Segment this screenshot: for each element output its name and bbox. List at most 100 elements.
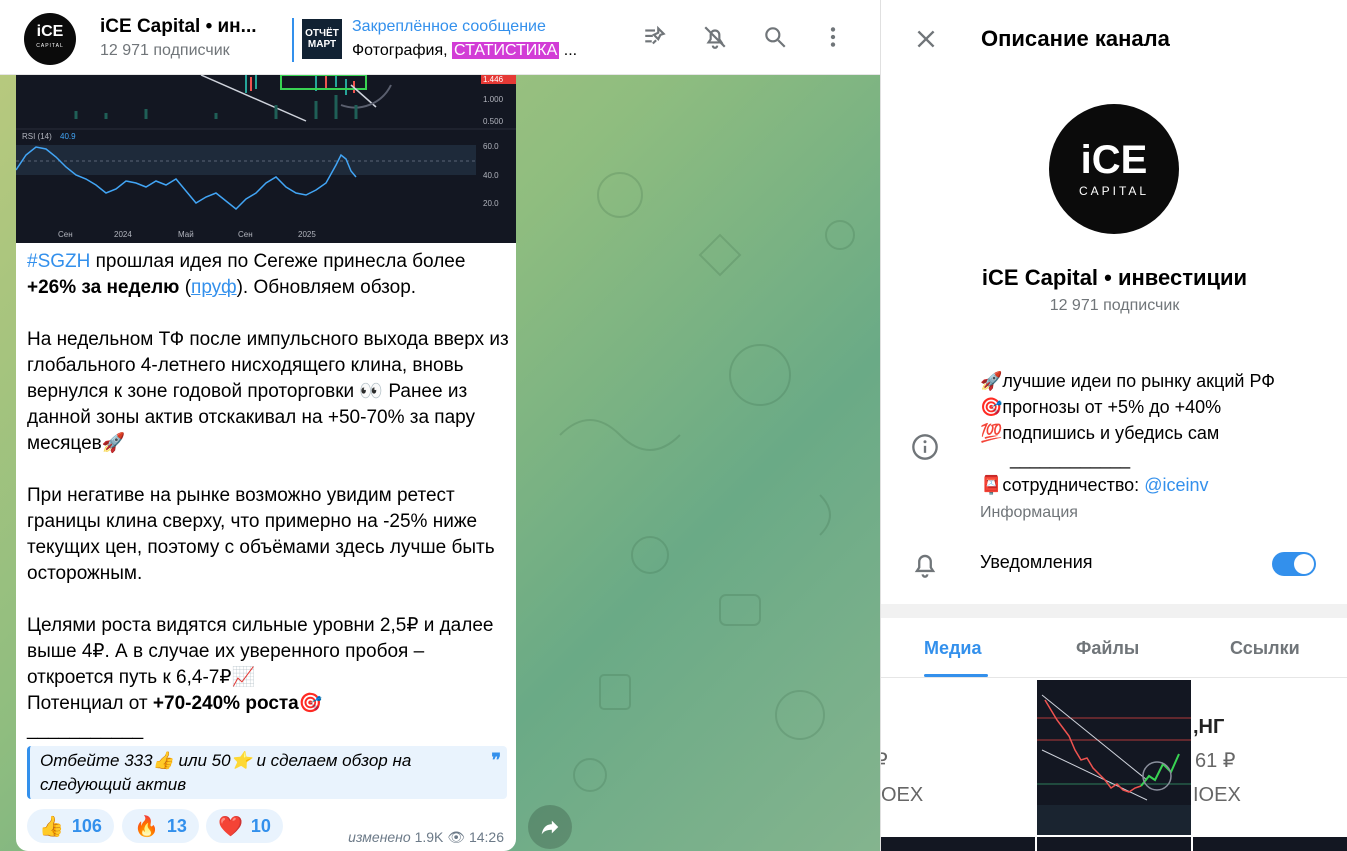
x-axis-label: Сен [238,230,253,239]
post-paragraph-4: Целями роста видятся сильные уровни 2,5₽… [27,613,512,743]
media-chart-thumbnail [1037,680,1191,835]
channel-title[interactable]: iCE Capital • ин... [100,16,257,38]
reaction-count: 106 [71,815,102,836]
forward-button[interactable] [528,805,572,849]
info-icon [912,434,938,460]
hashtag-link[interactable]: #SGZH [27,251,90,272]
forward-arrow-icon [541,820,559,835]
tabs-divider [881,677,1347,678]
x-axis-label: 2024 [114,230,132,239]
proof-link[interactable]: пруф [191,277,237,298]
desc-line: 💯подпишись и убедись сам [980,423,1220,443]
post-p1-bold: +26% за неделю [27,277,180,298]
message-time: 14:26 [468,829,504,845]
post-quote: Отбейте 333👍 или 50⭐ и сделаем обзор на … [27,746,507,799]
channel-avatar-large[interactable]: iCE CAPITAL [1049,104,1179,234]
tab-files[interactable]: Файлы [1076,638,1139,659]
notifications-toggle[interactable] [1272,552,1316,576]
channel-post: 1.446 1.000 0.500 RSI (14) 40.9 60.0 40.… [16,75,516,851]
media-caption-title: ,НГ [1193,716,1225,738]
rsi-level-label: 40.0 [483,171,499,180]
heart-emoji: ❤️ [218,815,243,838]
quote-icon: ❞ [491,750,501,770]
pinned-preview-suffix: ... [559,42,578,59]
edited-label: изменено [348,829,411,845]
tab-media[interactable]: Медиа [924,638,982,659]
pinned-thumb-line2: МАРТ [307,39,337,50]
description-caption: Информация [980,504,1078,521]
reaction-heart[interactable]: ❤️ 10 [206,809,283,843]
rsi-label: RSI (14) [22,132,52,141]
desc-line: 🎯прогнозы от +5% до +40% [980,397,1222,417]
telegram-window: iCE CAPITAL iCE Capital • ин... 12 971 п… [0,0,1347,851]
media-grid: ₽ OEX ,НГ 61 ₽ IOEX [881,680,1347,851]
pinned-divider [292,18,294,62]
post-p4-emoji: 🎯 [298,693,323,714]
post-text: #SGZH прошлая идея по Сегеже принесла бо… [27,249,512,743]
search-icon[interactable] [760,22,790,52]
contact-link[interactable]: @iceinv [1144,475,1208,495]
section-separator [881,604,1347,618]
avatar-logo-text: iCE [1080,138,1148,182]
media-thumbnail[interactable]: ₽ OEX [881,680,1035,835]
eye-icon: 👁 [447,829,466,845]
reaction-fire[interactable]: 🔥 13 [122,809,199,843]
channel-name: iCE Capital • инвестиции [981,265,1248,290]
bell-off-icon[interactable] [700,22,730,52]
desc-line: 📮сотрудничество: @iceinv [980,472,1330,498]
post-paragraph-3: При негативе на рынке возможно увидим ре… [27,485,495,584]
desc-line: 🚀лучшие идеи по рынку акций РФ [980,371,1275,391]
notifications-label: Уведомления [980,552,1093,572]
tab-links[interactable]: Ссылки [1230,638,1300,659]
price-label: 0.500 [483,117,504,126]
close-icon[interactable] [913,26,939,52]
post-paragraph-1: #SGZH прошлая идея по Сегеже принесла бо… [27,249,512,301]
post-p1-open: ( [179,277,192,298]
pinned-thumb-line1: ОТЧЁТ [305,28,339,39]
media-caption-price: ₽ [881,750,888,772]
post-paragraph-2: На недельном ТФ после импульсного выхода… [27,329,509,454]
media-caption-exchange: IOEX [1193,784,1241,806]
post-p1-close: ). Обновляем обзор. [236,277,417,298]
post-p1-text: прошлая идея по Сегеже принесла более [90,251,466,272]
x-axis-label: Май [178,230,194,239]
media-thumbnail[interactable] [881,837,1035,851]
post-divider: ___________ [27,719,144,740]
pinned-preview-prefix: Фотография, [352,42,453,59]
pinned-message-preview[interactable]: Фотография, СТАТИСТИКА ... [352,42,577,60]
reaction-thumbs-up[interactable]: 👍 106 [27,809,114,843]
bell-icon [914,554,936,578]
avatar-logo-subtext: CAPITAL [36,43,64,49]
avatar-logo-text: iCE [36,23,64,40]
pinned-list-icon[interactable] [640,22,670,52]
x-axis-label: 2025 [298,230,316,239]
media-thumbnail[interactable] [1037,837,1191,851]
reaction-count: 10 [250,815,271,836]
view-count: 1.9K [414,829,444,845]
channel-avatar[interactable]: iCE CAPITAL [24,13,76,65]
post-p4-text: Целями роста видятся сильные уровни 2,5₽… [27,615,494,688]
media-caption-price: 61 ₽ [1195,750,1236,772]
media-thumbnail[interactable] [1037,680,1191,835]
avatar-logo-subtext: CAPITAL [1078,184,1150,198]
post-chart-image[interactable]: 1.446 1.000 0.500 RSI (14) 40.9 60.0 40.… [16,75,516,243]
price-label: 1.000 [483,95,504,104]
media-thumbnail[interactable] [1193,837,1347,851]
post-p4-potential: Потенциал от [27,693,153,714]
pinned-thumbnail[interactable]: ОТЧЁТ МАРТ [302,19,342,59]
rsi-level-label: 60.0 [483,142,499,151]
fire-emoji: 🔥 [134,815,159,838]
quote-text: Отбейте 333👍 или 50⭐ и сделаем обзор на … [40,751,412,794]
panel-title: Описание канала [981,26,1170,51]
post-p4-bold: +70-240% роста [152,693,299,714]
pinned-message-label[interactable]: Закреплённое сообщение [352,18,546,36]
media-thumbnail[interactable]: ,НГ 61 ₽ IOEX [1193,680,1347,835]
desc-contact-label: 📮сотрудничество: [980,475,1145,495]
channel-info-panel: Описание канала iCE CAPITAL iCE Capital … [880,0,1347,851]
rsi-value: 40.9 [60,132,76,141]
price-label-current: 1.446 [483,75,504,84]
x-axis-label: Сен [58,230,73,239]
more-vertical-icon[interactable] [818,22,848,52]
media-caption-exchange: OEX [881,784,924,806]
reaction-count: 13 [166,815,187,836]
